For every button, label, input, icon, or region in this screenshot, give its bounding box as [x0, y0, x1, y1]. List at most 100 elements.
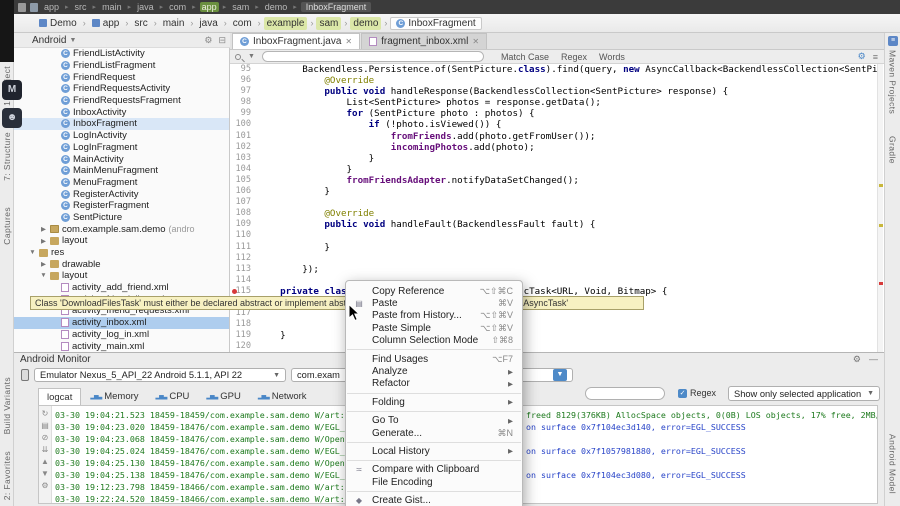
breadcrumb-item-demo[interactable]: Demo — [36, 17, 80, 30]
find-input[interactable] — [261, 51, 484, 62]
regex-option[interactable]: ✓ Regex — [678, 388, 716, 398]
tree-item-mainmenufragment[interactable]: C MainMenuFragment — [14, 165, 229, 177]
chevron-down-icon[interactable]: ▼ — [248, 53, 255, 60]
menu-item-column-selection-mode[interactable]: Column Selection Mode ⇧⌘8 — [346, 335, 522, 347]
code-line[interactable]: 97 public void handleResponse(Backendles… — [230, 86, 878, 97]
print-icon[interactable]: ▤ — [41, 421, 49, 430]
menu-item-find-usages[interactable]: Find Usages ⌥F7 — [346, 353, 522, 365]
tool-window-icon[interactable]: ≡ — [888, 36, 898, 46]
breadcrumb-item-src[interactable]: src — [73, 2, 89, 12]
scroll-to-end-icon[interactable]: ⇊ — [42, 445, 49, 454]
code-line[interactable]: 106 } — [230, 186, 878, 197]
tree-item-inboxactivity[interactable]: C InboxActivity — [14, 106, 229, 118]
up-stack-icon[interactable]: ▲ — [41, 457, 49, 466]
restart-icon[interactable]: ↻ — [42, 409, 49, 418]
code-line[interactable]: 105 fromFriendsAdapter.notifyDataSetChan… — [230, 175, 878, 186]
warning-marker[interactable] — [879, 184, 883, 187]
breadcrumb-item-java[interactable]: java — [196, 17, 220, 30]
menu-item-copy-reference[interactable]: Copy Reference ⌥⇧⌘C — [346, 285, 522, 297]
tree-item-com-example-sam-demo[interactable]: ▶ com.example.sam.demo (andro — [14, 223, 229, 235]
editor-tab-inboxfragment-java[interactable]: C InboxFragment.java ✕ — [232, 33, 361, 49]
device-dropdown[interactable]: Emulator Nexus_5_API_22 Android 5.1.1, A… — [34, 368, 286, 382]
menu-item-go-to[interactable]: Go To ▶ — [346, 415, 522, 427]
menu-item-paste-simple[interactable]: Paste Simple ⌥⇧⌘V — [346, 322, 522, 334]
breadcrumb-item-example[interactable]: example — [263, 16, 308, 30]
clear-icon[interactable]: ⊘ — [42, 433, 49, 442]
collapse-all-icon[interactable]: ⊟ — [218, 35, 226, 46]
monitor-tab-gpu[interactable]: ▂▅▃ GPU — [198, 388, 248, 405]
tree-item-registeractivity[interactable]: C RegisterActivity — [14, 188, 229, 200]
code-line[interactable]: 103 } — [230, 153, 878, 164]
tree-item-friendrequestsactivity[interactable]: C FriendRequestsActivity — [14, 83, 229, 95]
code-line[interactable]: 98 List<SentPicture> photos = response.g… — [230, 97, 878, 108]
menu-item-folding[interactable]: Folding ▶ — [346, 396, 522, 408]
code-line[interactable]: 101 fromFriends.add(photo.getFromUser())… — [230, 131, 878, 142]
tree-item-activity-inbox-xml[interactable]: activity_inbox.xml — [14, 316, 229, 329]
tool-window-button-2-favorites[interactable]: 2: Favorites — [2, 451, 12, 500]
breadcrumb-item-app[interactable]: app — [199, 2, 219, 12]
breadcrumb-item-com[interactable]: com — [167, 2, 188, 12]
code-line[interactable]: 114 — [230, 275, 878, 286]
menu-icon[interactable]: ≡ — [873, 52, 878, 62]
tree-item-friendlistactivity[interactable]: C FriendListActivity — [14, 48, 229, 60]
code-line[interactable]: 95 Backendless.Persistence.of(SentPictur… — [230, 64, 878, 75]
close-tab-icon[interactable]: ✕ — [472, 37, 479, 46]
menu-item-compare-with-clipboard[interactable]: ≍ Compare with Clipboard — [346, 464, 522, 476]
breadcrumb-item-app[interactable]: app — [42, 2, 61, 12]
hide-panel-icon[interactable]: — — [869, 354, 878, 365]
expand-arrow-icon[interactable]: ▼ — [40, 272, 47, 279]
find-option-words[interactable]: Words — [599, 52, 625, 62]
logcat-search-input[interactable] — [585, 387, 665, 400]
code-line[interactable]: 107 — [230, 197, 878, 208]
tree-item-friendrequest[interactable]: C FriendRequest — [14, 71, 229, 83]
menu-item-paste[interactable]: ▤ Paste ⌘V — [346, 297, 522, 309]
gear-icon[interactable]: ⚙ — [853, 354, 861, 365]
project-view-selector[interactable]: Android — [32, 35, 66, 46]
find-option-regex[interactable]: Regex — [561, 52, 587, 62]
monitor-tab-logcat[interactable]: logcat — [38, 388, 82, 405]
menu-item-analyze[interactable]: Analyze ▶ — [346, 365, 522, 377]
tree-item-loginfragment[interactable]: C LogInFragment — [14, 142, 229, 154]
tree-item-drawable[interactable]: ▶ drawable — [14, 258, 229, 270]
tree-item-layout[interactable]: ▶ layout — [14, 235, 229, 247]
code-line[interactable]: 118 — [230, 319, 878, 330]
breadcrumb-item-sam[interactable]: sam — [230, 2, 251, 12]
tool-window-button-android-model[interactable]: Android Model — [888, 434, 898, 494]
tree-item-registerfragment[interactable]: C RegisterFragment — [14, 200, 229, 212]
tree-item-sentpicture[interactable]: C SentPicture — [14, 212, 229, 224]
breadcrumb-item-java[interactable]: java — [135, 2, 156, 12]
tree-item-inboxfragment[interactable]: C InboxFragment — [14, 118, 229, 130]
gear-icon[interactable]: ⚙ — [858, 51, 866, 62]
breadcrumb-item-sam[interactable]: sam — [316, 16, 342, 30]
tool-window-button-build-variants[interactable]: Build Variants — [2, 377, 12, 434]
code-line[interactable]: 99 for (SentPicture photo : photos) { — [230, 108, 878, 119]
tool-window-button-captures[interactable]: Captures — [2, 207, 12, 245]
breadcrumb-item-demo[interactable]: demo — [350, 16, 382, 30]
menu-item-create-gist[interactable]: ◆ Create Gist... — [346, 494, 522, 506]
code-line[interactable]: 96 @Override — [230, 75, 878, 86]
monitor-tab-cpu[interactable]: ▂▅▃ CPU — [148, 388, 198, 405]
code-line[interactable]: 110 — [230, 230, 878, 241]
code-line[interactable]: 104 } — [230, 164, 878, 175]
tool-window-button-7-structure[interactable]: 7: Structure — [2, 132, 12, 181]
tree-item-menufragment[interactable]: C MenuFragment — [14, 177, 229, 189]
menu-item-paste-from-history[interactable]: Paste from History... ⌥⇧⌘V — [346, 310, 522, 322]
breadcrumb-item-inboxfragment[interactable]: InboxFragment — [300, 2, 372, 12]
desktop-icon-user[interactable]: ☻ — [2, 108, 22, 128]
tree-item-mainactivity[interactable]: C MainActivity — [14, 153, 229, 165]
breadcrumb-item-main[interactable]: main — [100, 2, 124, 12]
expand-arrow-icon[interactable]: ▶ — [40, 260, 47, 268]
expand-arrow-icon[interactable]: ▶ — [40, 225, 47, 233]
code-line[interactable]: 119 } — [230, 330, 878, 341]
code-line[interactable]: 111 } — [230, 242, 878, 253]
editor-tab-fragment-inbox-xml[interactable]: fragment_inbox.xml ✕ — [361, 33, 488, 49]
code-line[interactable]: 112 — [230, 253, 878, 264]
editor-error-stripe[interactable] — [877, 64, 883, 352]
gear-icon[interactable]: ⚙ — [204, 35, 212, 46]
tree-item-activity-main-xml[interactable]: activity_main.xml — [14, 340, 229, 352]
breadcrumb-item-com[interactable]: com — [230, 17, 255, 30]
breadcrumb-item-demo[interactable]: demo — [263, 2, 290, 12]
find-option-match-case[interactable]: Match Case — [501, 52, 549, 62]
menu-item-file-encoding[interactable]: File Encoding — [346, 476, 522, 488]
code-line[interactable]: 108 @Override — [230, 208, 878, 219]
